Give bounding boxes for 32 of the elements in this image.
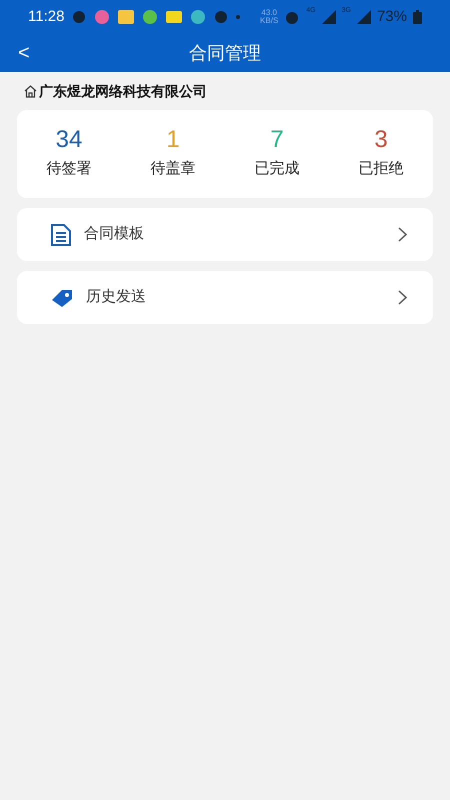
stat-value: 1 (166, 128, 180, 152)
signal-icon (356, 10, 371, 24)
network-speed: 43.0 (261, 9, 277, 17)
signal-icon (322, 10, 336, 24)
company-name: 广东煜龙网络科技有限公司 (39, 82, 207, 100)
status-time: 11:28 (28, 6, 64, 27)
speed-unit: KB/S (260, 17, 278, 25)
chevron-icon (398, 227, 407, 242)
stat-label: 待签署 (46, 158, 92, 179)
document-icon (50, 222, 72, 246)
battery-icon (413, 10, 422, 24)
app-icon (190, 9, 206, 25)
stat-value: 3 (374, 128, 388, 152)
page-title: 合同管理 (189, 42, 261, 64)
chevron-icon (398, 290, 407, 305)
app-icon (118, 10, 134, 24)
home-icon (24, 84, 37, 98)
dot-icon (236, 15, 240, 19)
back-button[interactable]: < (14, 38, 34, 68)
menu-item[interactable]: 历史发送 (17, 271, 433, 324)
app-icon (94, 9, 110, 25)
app-icon (166, 11, 182, 23)
stat-value: 7 (270, 128, 284, 152)
menu-item[interactable]: 合同模板 (17, 208, 433, 261)
battery-percent: 73% (376, 6, 407, 27)
stat-label: 待盖章 (150, 158, 196, 179)
app-icon (142, 9, 158, 25)
stat-label: 已拒绝 (358, 158, 404, 179)
tag-icon (50, 288, 74, 308)
stat-value: 34 (56, 128, 82, 152)
stat-label: 已完成 (254, 158, 300, 179)
app-icon (214, 10, 228, 24)
